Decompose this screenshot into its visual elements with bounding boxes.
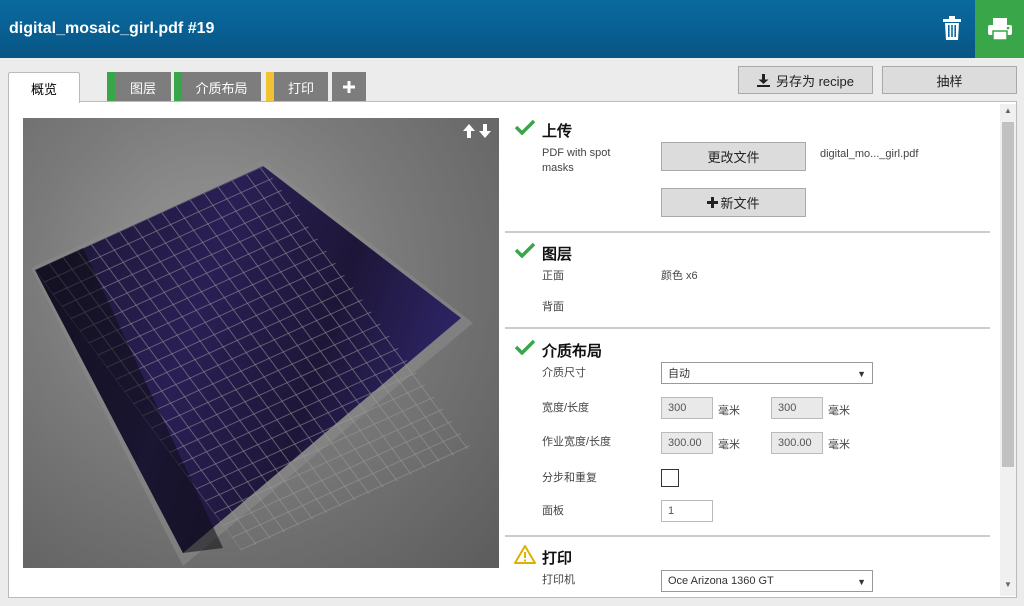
scroll-up-arrow-icon[interactable]: ▲ xyxy=(1000,106,1016,120)
print-button[interactable] xyxy=(975,0,1024,58)
tab-layers[interactable]: 图层 xyxy=(107,72,171,102)
tab-layers-label: 图层 xyxy=(129,80,156,96)
media-size-select[interactable]: 自动 ▼ xyxy=(661,362,873,384)
tab-overview[interactable]: 概览 xyxy=(8,72,80,103)
back-label: 背面 xyxy=(542,301,564,313)
chevron-down-icon: ▼ xyxy=(857,369,866,379)
media-size-value: 自动 xyxy=(668,368,690,380)
media-length-value: 300 xyxy=(778,402,797,414)
preview-3d[interactable] xyxy=(23,118,499,568)
step-repeat-label: 分步和重复 xyxy=(542,472,597,484)
mosaic-tile-render xyxy=(31,160,473,566)
media-width-field[interactable]: 300 xyxy=(661,397,713,419)
add-tab-button[interactable] xyxy=(332,72,366,102)
tab-print-status-stripe xyxy=(266,72,274,102)
change-file-label: 更改文件 xyxy=(707,150,760,165)
plus-icon xyxy=(707,197,719,208)
app-header: digital_mosaic_girl.pdf #19 xyxy=(0,0,1024,58)
job-size-label: 作业宽度/长度 xyxy=(542,436,612,448)
preview-orientation-controls xyxy=(463,124,491,138)
printer-select[interactable]: Oce Arizona 1360 GT ▼ xyxy=(661,570,873,592)
section-divider xyxy=(505,327,990,329)
step-repeat-checkbox[interactable] xyxy=(661,469,679,487)
sample-button[interactable]: 抽样 xyxy=(882,66,1017,94)
media-length-field[interactable]: 300 xyxy=(771,397,823,419)
media-size-label: 介质尺寸 xyxy=(542,367,586,379)
printer-label: 打印机 xyxy=(542,574,575,586)
tab-media-status-stripe xyxy=(174,72,182,102)
job-length-field[interactable]: 300.00 xyxy=(771,432,823,454)
job-length-value: 300.00 xyxy=(778,437,812,449)
width-length-label: 宽度/长度 xyxy=(542,402,590,414)
layers-section-title: 图层 xyxy=(542,246,573,263)
uploaded-file-name: digital_mo..._girl.pdf xyxy=(820,148,919,160)
panel-count-field[interactable]: 1 xyxy=(661,500,713,522)
printer-icon xyxy=(987,18,1012,41)
tab-print[interactable]: 打印 xyxy=(266,72,328,102)
upload-check-icon xyxy=(515,119,535,135)
document-title: digital_mosaic_girl.pdf #19 xyxy=(9,20,215,37)
unit-label: 毫米 xyxy=(828,405,850,417)
new-file-label: 新文件 xyxy=(720,196,760,211)
save-as-recipe-button[interactable]: 另存为 recipe xyxy=(738,66,873,94)
vertical-scrollbar[interactable]: ▲ ▼ xyxy=(1000,104,1016,596)
section-divider xyxy=(505,535,990,537)
warning-icon xyxy=(514,545,536,564)
front-label: 正面 xyxy=(542,270,564,282)
media-check-icon xyxy=(515,339,535,355)
tab-media-layout[interactable]: 介质布局 xyxy=(174,72,261,102)
layers-check-icon xyxy=(515,242,535,258)
unit-label: 毫米 xyxy=(718,405,740,417)
trash-icon xyxy=(943,16,961,40)
scrollbar-thumb[interactable] xyxy=(1002,122,1014,467)
scroll-down-arrow-icon[interactable]: ▼ xyxy=(1000,580,1016,594)
media-width-value: 300 xyxy=(668,402,687,414)
job-width-value: 300.00 xyxy=(668,437,702,449)
arrow-up-icon[interactable] xyxy=(463,124,475,138)
sample-label: 抽样 xyxy=(936,73,963,89)
settings-column: 上传 PDF with spot masks 更改文件 digital_mo..… xyxy=(499,102,996,597)
new-file-button[interactable]: 新文件 xyxy=(661,188,806,217)
upload-file-type: PDF with spot masks xyxy=(542,147,611,174)
print-section-title: 打印 xyxy=(542,550,573,567)
delete-button[interactable] xyxy=(930,8,974,48)
job-width-field[interactable]: 300.00 xyxy=(661,432,713,454)
unit-label: 毫米 xyxy=(718,439,740,451)
tab-layers-status-stripe xyxy=(107,72,115,102)
tab-overview-label: 概览 xyxy=(30,81,57,97)
plus-icon xyxy=(343,81,355,93)
change-file-button[interactable]: 更改文件 xyxy=(661,142,806,171)
chevron-down-icon: ▼ xyxy=(857,577,866,587)
unit-label: 毫米 xyxy=(828,439,850,451)
panel-label: 面板 xyxy=(542,505,564,517)
upload-section-title: 上传 xyxy=(542,123,573,140)
panel-count-value: 1 xyxy=(668,505,675,517)
tab-media-label: 介质布局 xyxy=(195,80,248,96)
section-divider xyxy=(505,231,990,233)
printer-value: Oce Arizona 1360 GT xyxy=(668,575,774,587)
front-value: 颜色 x6 xyxy=(661,270,698,282)
overview-panel: 上传 PDF with spot masks 更改文件 digital_mo..… xyxy=(8,101,1017,598)
tab-print-label: 打印 xyxy=(287,80,314,96)
download-icon xyxy=(756,73,770,87)
arrow-down-icon[interactable] xyxy=(479,124,491,138)
media-section-title: 介质布局 xyxy=(542,343,603,360)
save-as-recipe-label: 另存为 recipe xyxy=(775,73,855,89)
